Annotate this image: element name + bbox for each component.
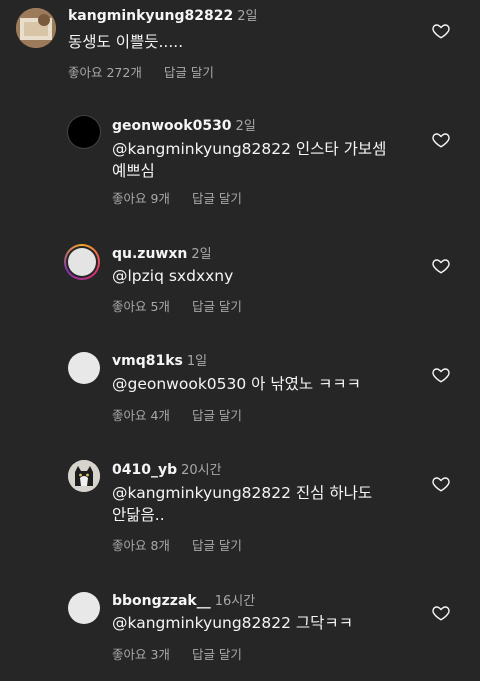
- comment-header: kangminkyung82822 2일: [68, 5, 257, 24]
- reply-button[interactable]: 답글 달기: [192, 405, 242, 424]
- timestamp: 2일: [235, 119, 256, 134]
- username[interactable]: qu.zuwxn: [112, 246, 187, 262]
- avatar[interactable]: [68, 116, 100, 148]
- avatar[interactable]: [16, 8, 56, 48]
- comment-actions: 좋아요 5개 답글 달기: [112, 296, 242, 315]
- comment-text-line-1: @kangminkyung82822 인스타 가보셈: [112, 140, 387, 158]
- username[interactable]: kangminkyung82822: [68, 8, 233, 24]
- heart-icon[interactable]: [432, 22, 450, 40]
- like-count[interactable]: 좋아요 272개: [68, 62, 142, 81]
- heart-icon[interactable]: [432, 131, 450, 149]
- heart-icon[interactable]: [432, 604, 450, 622]
- reply-button[interactable]: 답글 달기: [192, 296, 242, 315]
- timestamp: 20시간: [181, 463, 222, 478]
- timestamp: 1일: [186, 354, 208, 369]
- comment-actions: 좋아요 4개 답글 달기: [112, 405, 242, 424]
- timestamp: 2일: [237, 9, 258, 24]
- timestamp: 16시간: [214, 594, 256, 609]
- like-count[interactable]: 좋아요 8개: [112, 535, 170, 554]
- reply-button[interactable]: 답글 달기: [192, 644, 242, 663]
- like-count[interactable]: 좋아요 4개: [112, 405, 170, 424]
- heart-icon[interactable]: [432, 257, 450, 275]
- avatar[interactable]: [68, 460, 100, 492]
- username[interactable]: vmq81ks: [112, 353, 183, 369]
- reply-button[interactable]: 답글 달기: [192, 188, 242, 207]
- comment-text: @kangminkyung82822 그닥ㅋㅋ: [112, 614, 353, 632]
- comment-actions: 좋아요 9개 답글 달기: [112, 188, 242, 207]
- comment-actions: 좋아요 272개 답글 달기: [68, 62, 214, 81]
- heart-icon[interactable]: [432, 366, 450, 384]
- like-count[interactable]: 좋아요 9개: [112, 188, 170, 207]
- comment-actions: 좋아요 8개 답글 달기: [112, 535, 242, 554]
- comment-header: 0410_yb 20시간: [112, 459, 222, 478]
- like-count[interactable]: 좋아요 5개: [112, 296, 170, 315]
- comment-text-line-1: @kangminkyung82822 진심 하나도: [112, 484, 373, 502]
- avatar[interactable]: [68, 592, 100, 624]
- reply-button[interactable]: 답글 달기: [164, 62, 214, 81]
- comment-text-line-2: 예쁘심: [112, 162, 155, 180]
- comment-text: 동생도 이쁠듯.....: [68, 33, 184, 51]
- avatar[interactable]: [64, 244, 100, 280]
- username[interactable]: bbongzzak__: [112, 593, 211, 609]
- comment-text-line-2: 안닮음..: [112, 506, 165, 524]
- username[interactable]: geonwook0530: [112, 118, 232, 134]
- comment-header: geonwook0530 2일: [112, 115, 256, 134]
- comment-text: @lpziq sxdxxny: [112, 267, 234, 285]
- like-count[interactable]: 좋아요 3개: [112, 644, 170, 663]
- comment-header: vmq81ks 1일: [112, 350, 207, 369]
- username[interactable]: 0410_yb: [112, 462, 177, 478]
- comment-actions: 좋아요 3개 답글 달기: [112, 644, 242, 663]
- avatar[interactable]: [68, 352, 100, 384]
- reply-button[interactable]: 답글 달기: [192, 535, 242, 554]
- timestamp: 2일: [191, 247, 212, 262]
- comment-header: bbongzzak__ 16시간: [112, 590, 255, 609]
- comment-text: @geonwook0530 아 낚였노 ㅋㅋㅋ: [112, 375, 361, 393]
- comment-header: qu.zuwxn 2일: [112, 243, 212, 262]
- heart-icon[interactable]: [432, 475, 450, 493]
